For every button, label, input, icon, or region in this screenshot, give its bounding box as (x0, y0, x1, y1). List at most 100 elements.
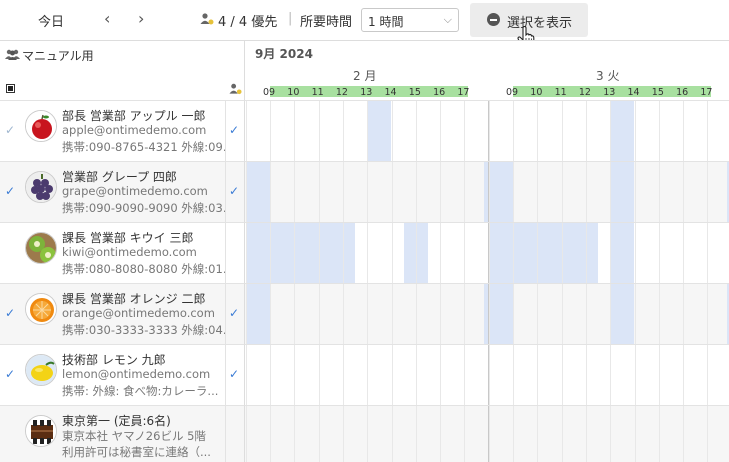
hour-label: 14 (384, 87, 397, 98)
day-divider (488, 100, 489, 462)
resource-name[interactable]: 営業部 グレープ 四郎 (62, 168, 177, 185)
row-gridline (245, 344, 729, 345)
day-label: 2 月 (353, 69, 377, 83)
hour-label: 11 (554, 87, 567, 98)
resource-phone: 携帯:080-8080-8080 外線:01... (62, 262, 226, 276)
hour-gridline (707, 100, 709, 462)
grape-avatar (25, 171, 57, 203)
calendar-header: 9月 2024 2 月 09 10 11 12 13 14 15 16 17 3 火 09 10 11 12… (245, 40, 729, 100)
group-name[interactable]: マニュアル用 (22, 47, 94, 64)
hour-gridline (683, 100, 685, 462)
resource-email: grape@ontimedemo.com (62, 184, 208, 198)
busy-block (245, 162, 270, 222)
resource-email: apple@ontimedemo.com (62, 123, 207, 137)
hour-label: 10 (287, 87, 300, 98)
room-avatar (25, 415, 57, 447)
busy-block (488, 284, 513, 344)
toolbar: 今日 ‹ › 4 / 4 優先 | 所要時間 1 時間 ⌵ 選択を表示 (0, 0, 729, 48)
apple-avatar (25, 110, 57, 142)
resource-email: kiwi@ontimedemo.com (62, 245, 197, 259)
scheduler-app: 今日 ‹ › 4 / 4 優先 | 所要時間 1 時間 ⌵ 選択を表示 マニュア… (0, 0, 729, 462)
checkmark-icon[interactable]: ✓ (5, 306, 15, 320)
column-divider (225, 345, 226, 405)
select-all-checkbox[interactable] (6, 84, 15, 93)
resource-row[interactable]: 東京第一 (定員:6名) 東京本社 ヤマノ26ビル 5階 利用許可は秘書室に連絡（.… (0, 405, 245, 462)
hour-gridline (537, 100, 539, 462)
busy-block (610, 101, 635, 161)
resource-name[interactable]: 東京第一 (定員:6名) (62, 412, 171, 429)
hour-gridline (245, 100, 247, 462)
hour-label: 09 (506, 87, 519, 98)
orange-avatar (25, 293, 57, 325)
hour-gridline (367, 100, 369, 462)
hour-label: 13 (603, 87, 616, 98)
hour-label: 17 (457, 87, 470, 98)
hour-gridline (610, 100, 612, 462)
hour-gridline (342, 100, 344, 462)
calendar-grid[interactable] (245, 100, 729, 462)
next-icon[interactable]: › (138, 9, 144, 28)
hour-label: 16 (433, 87, 446, 98)
checkmark-icon[interactable]: ✓ (5, 367, 15, 381)
resource-phone: 携帯:090-9090-9090 外線:03... (62, 201, 226, 215)
priority-checkmark-icon[interactable]: ✓ (229, 123, 239, 137)
resource-phone: 携帯:030-3333-3333 外線:04... (62, 323, 226, 337)
resource-name[interactable]: 課長 営業部 キウイ 三郎 (62, 229, 193, 246)
hour-label: 12 (578, 87, 591, 98)
hour-label: 15 (408, 87, 421, 98)
hour-label: 15 (651, 87, 664, 98)
chevron-down-icon: ⌵ (443, 13, 452, 26)
group-icon (5, 49, 20, 60)
hour-label: 17 (700, 87, 713, 98)
checkmark-icon[interactable]: ✓ (5, 184, 15, 198)
resource-row[interactable]: ✓ 部長 営業部 アップル 一郎 apple@ontimedemo.com 携帯:09… (0, 100, 245, 161)
priority-checkmark-icon[interactable]: ✓ (229, 184, 239, 198)
resource-name[interactable]: 課長 営業部 オレンジ 二郎 (62, 290, 205, 307)
minus-circle-icon (487, 13, 500, 26)
resource-name[interactable]: 部長 営業部 アップル 一郎 (62, 107, 205, 124)
hour-label: 16 (676, 87, 689, 98)
priority-count[interactable]: 4 / 4 優先 (218, 11, 277, 30)
hour-label: 11 (311, 87, 324, 98)
resource-row[interactable]: ✓ 技術部 レモン 九郎 lemon@ontimedemo.com 携帯: 外線: 食… (0, 344, 245, 405)
resource-phone: 携帯: 外線: 食べ物:カレーラ... (62, 384, 219, 398)
resource-phone: 利用許可は秘書室に連絡（... (62, 445, 211, 459)
hour-gridline (464, 100, 466, 462)
resource-name[interactable]: 技術部 レモン 九郎 (62, 351, 166, 368)
column-divider (225, 101, 226, 161)
column-divider (225, 406, 226, 462)
column-divider (225, 162, 226, 222)
row-gridline (245, 405, 729, 406)
column-divider (225, 223, 226, 283)
priority-person-icon[interactable] (229, 83, 242, 95)
column-divider (225, 284, 226, 344)
hour-gridline (440, 100, 442, 462)
resource-email: lemon@ontimedemo.com (62, 367, 211, 381)
duration-label: 所要時間 (300, 15, 353, 30)
hour-gridline (561, 100, 563, 462)
month-label: 9月 2024 (255, 47, 313, 61)
duration-value: 1 時間 (368, 15, 404, 29)
priority-checkmark-icon[interactable]: ✓ (229, 306, 239, 320)
busy-block (610, 223, 635, 283)
busy-block (488, 223, 599, 283)
duration-select[interactable]: 1 時間 ⌵ (361, 8, 459, 32)
busy-block (610, 284, 635, 344)
prev-icon[interactable]: ‹ (104, 9, 110, 28)
resource-row[interactable]: 課長 営業部 キウイ 三郎 kiwi@ontimedemo.com 携帯:080-8… (0, 222, 245, 283)
hour-label: 13 (360, 87, 373, 98)
hour-gridline (658, 100, 660, 462)
busy-block (367, 101, 392, 161)
today-button[interactable]: 今日 (38, 11, 64, 30)
busy-block (245, 284, 270, 344)
checkmark-icon[interactable]: ✓ (5, 123, 15, 137)
hour-gridline (270, 100, 271, 462)
hour-gridline (391, 100, 393, 462)
hour-gridline (415, 100, 417, 462)
resource-row[interactable]: ✓ 課長 営業部 オレンジ 二郎 orange@ontimedemo.com 携帯:0… (0, 283, 245, 344)
resource-row[interactable]: ✓ 営業部 グレープ 四郎 grape@ontimedemo.com 携帯:090-9… (0, 161, 245, 222)
resource-phone: 携帯:090-8765-4321 外線:09... (62, 140, 226, 154)
row-background (245, 405, 729, 462)
priority-checkmark-icon[interactable]: ✓ (229, 367, 239, 381)
row-gridline (245, 100, 729, 101)
